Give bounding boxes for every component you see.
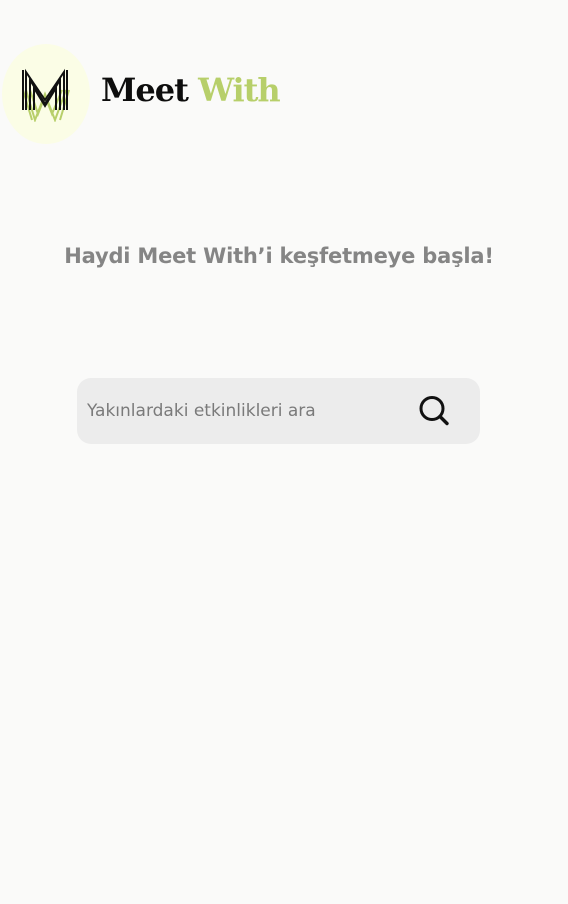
- search-button[interactable]: [417, 394, 451, 428]
- meet-with-logo[interactable]: [2, 44, 90, 144]
- search-icon: [419, 396, 449, 426]
- meet-with-logo-icon: [22, 68, 70, 122]
- search-input[interactable]: [87, 378, 407, 444]
- brand-name-second: With: [198, 71, 281, 109]
- app-header: Meet With: [0, 42, 568, 146]
- brand-name: Meet With: [101, 70, 281, 110]
- search-bar: [77, 378, 480, 444]
- welcome-tagline: Haydi Meet With’i keşfetmeye başla!: [64, 244, 494, 268]
- brand-name-first: Meet: [101, 71, 189, 109]
